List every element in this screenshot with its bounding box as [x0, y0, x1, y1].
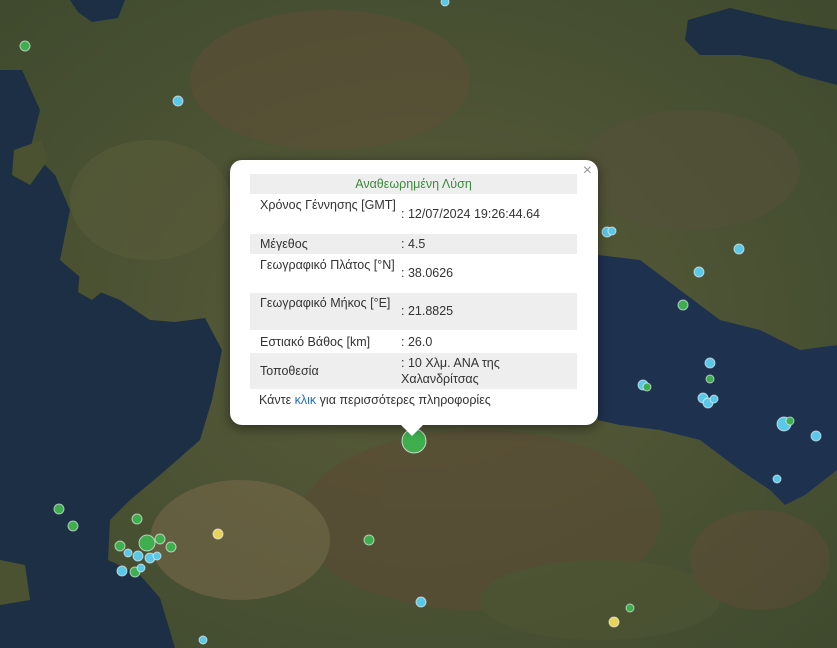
earthquake-marker[interactable]: [785, 416, 795, 426]
value-magnitude: : 4.5: [401, 237, 426, 251]
earthquake-marker[interactable]: [198, 635, 208, 645]
earthquake-marker[interactable]: [132, 550, 144, 562]
earthquake-marker[interactable]: [116, 565, 128, 577]
earthquake-marker[interactable]: [123, 548, 133, 558]
label-origin-time: Χρόνος Γέννησης [GMT]: [260, 198, 396, 212]
more-info-link[interactable]: κλικ: [295, 393, 317, 407]
value-location: : 10 Χλμ. ΑΝΑ της Χαλανδρίτσας: [401, 356, 500, 386]
earthquake-marker[interactable]: [19, 40, 31, 52]
earthquake-marker[interactable]: [642, 382, 652, 392]
value-origin-time: : 12/07/2024 19:26:44.64: [401, 207, 541, 221]
row-magnitude: Μέγεθος : 4.5: [250, 234, 577, 254]
earthquake-marker[interactable]: [709, 394, 719, 404]
earthquake-marker[interactable]: [608, 616, 620, 628]
earthquake-marker[interactable]: [67, 520, 79, 532]
earthquake-marker[interactable]: [152, 551, 162, 561]
label-depth: Εστιακό Βάθος [km]: [260, 335, 371, 349]
earthquake-marker[interactable]: [136, 563, 146, 573]
earthquake-marker[interactable]: [114, 540, 126, 552]
label-latitude: Γεωγραφικό Πλάτος [°N]: [260, 258, 395, 272]
popup-footer: Κάντε κλικ για περισσότερες πληροφορίες: [259, 393, 491, 407]
earthquake-marker[interactable]: [693, 266, 705, 278]
earthquake-marker[interactable]: [138, 534, 156, 552]
earthquake-marker[interactable]: [415, 596, 427, 608]
row-location: Τοποθεσία : 10 Χλμ. ΑΝΑ της Χαλανδρίτσας: [250, 353, 577, 389]
earthquake-marker[interactable]: [772, 474, 782, 484]
label-location: Τοποθεσία: [260, 364, 319, 378]
earthquake-marker[interactable]: [440, 0, 450, 7]
value-latitude: : 38.0626: [401, 266, 454, 280]
earthquake-info-popup: × Αναθεωρημένη Λύση Χρόνος Γέννησης [GMT…: [230, 160, 598, 436]
earthquake-marker[interactable]: [172, 95, 184, 107]
value-depth: : 26.0: [401, 335, 433, 349]
close-icon[interactable]: ×: [583, 162, 592, 180]
earthquake-marker[interactable]: [131, 513, 143, 525]
value-longitude: : 21.8825: [401, 304, 454, 318]
popup-title: Αναθεωρημένη Λύση: [250, 174, 577, 194]
row-depth: Εστιακό Βάθος [km] : 26.0: [250, 332, 577, 352]
earthquake-marker[interactable]: [154, 533, 166, 545]
earthquake-marker[interactable]: [363, 534, 375, 546]
footer-text-before: Κάντε: [259, 393, 295, 407]
earthquake-marker[interactable]: [53, 503, 65, 515]
row-longitude: Γεωγραφικό Μήκος [°E] : 21.8825: [250, 293, 577, 330]
earthquake-marker[interactable]: [704, 357, 716, 369]
earthquake-marker[interactable]: [705, 374, 715, 384]
earthquake-marker[interactable]: [677, 299, 689, 311]
row-origin-time: Χρόνος Γέννησης [GMT] : 12/07/2024 19:26…: [250, 195, 577, 232]
popup-pointer: [401, 425, 423, 436]
earthquake-marker[interactable]: [165, 541, 177, 553]
label-longitude: Γεωγραφικό Μήκος [°E]: [260, 296, 391, 310]
row-latitude: Γεωγραφικό Πλάτος [°N] : 38.0626: [250, 255, 577, 292]
earthquake-marker[interactable]: [733, 243, 745, 255]
earthquake-marker[interactable]: [810, 430, 822, 442]
footer-text-after: για περισσότερες πληροφορίες: [316, 393, 491, 407]
earthquake-marker[interactable]: [607, 226, 617, 236]
earthquake-marker[interactable]: [212, 528, 224, 540]
earthquake-marker[interactable]: [625, 603, 635, 613]
label-magnitude: Μέγεθος: [260, 237, 308, 251]
